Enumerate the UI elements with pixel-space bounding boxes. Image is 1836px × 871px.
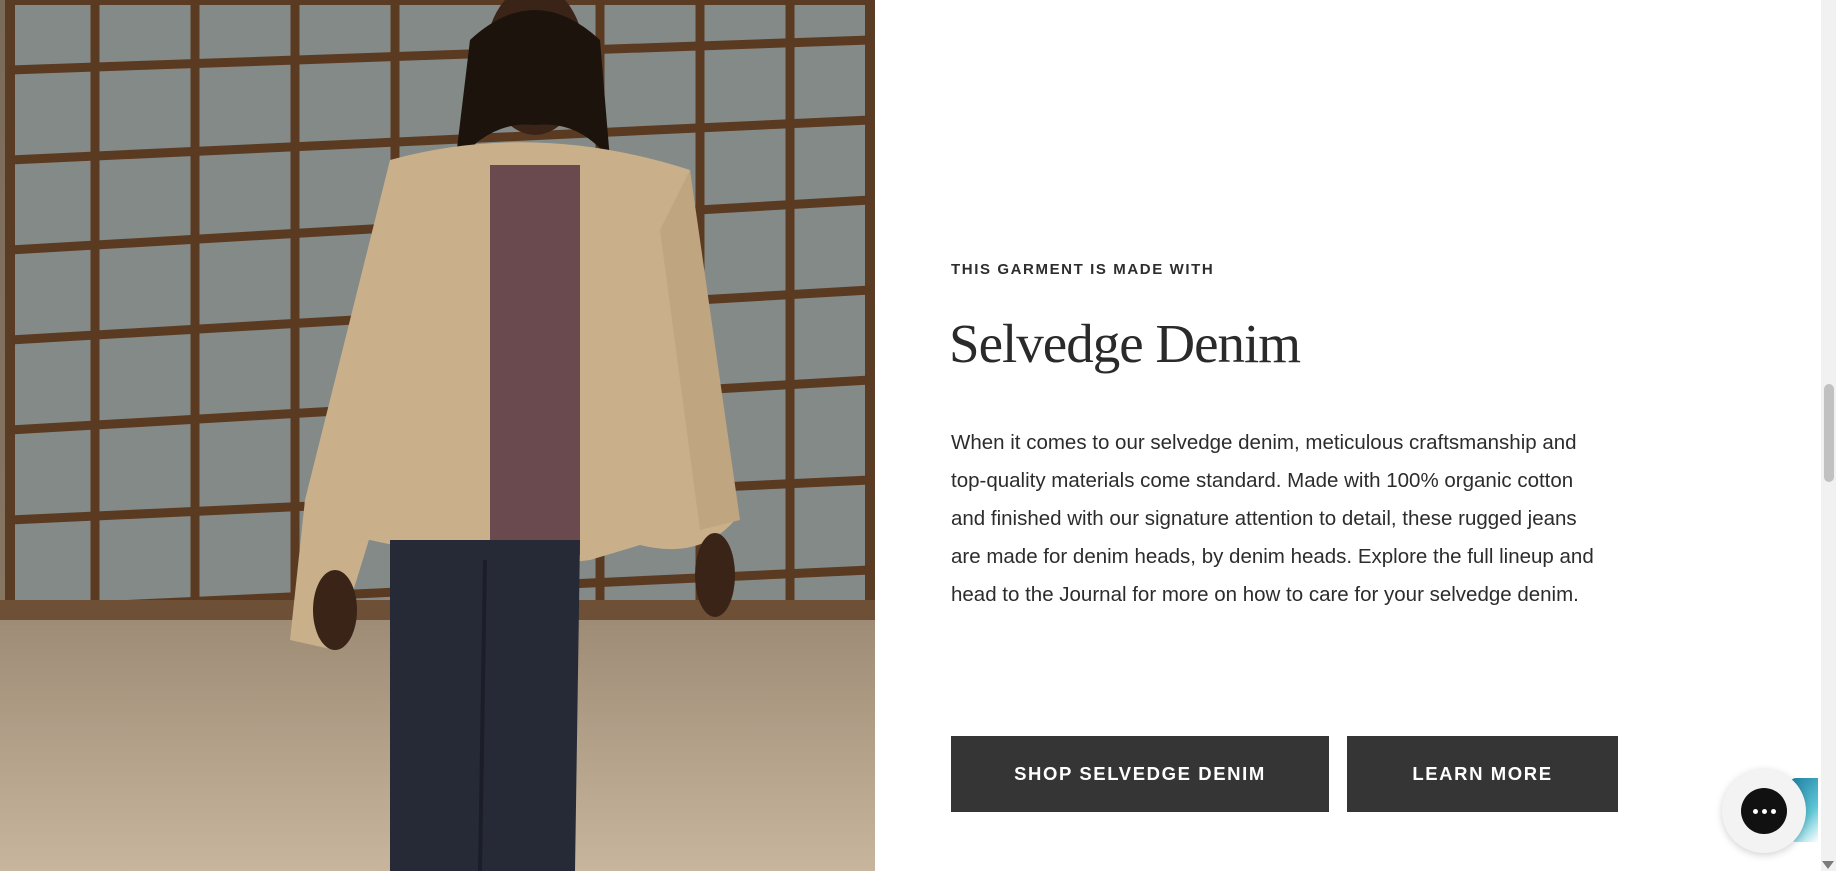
page-scrollbar[interactable] (1821, 0, 1836, 871)
scrollbar-thumb[interactable] (1824, 384, 1834, 482)
feature-description: When it comes to our selvedge denim, met… (951, 431, 1594, 606)
chat-icon (1741, 788, 1787, 834)
model-photo-illustration (0, 0, 875, 871)
learn-more-button[interactable]: LEARN MORE (1347, 736, 1618, 812)
feature-title: Selvedge Denim (949, 313, 1301, 374)
chat-launcher-button[interactable] (1722, 769, 1806, 853)
shop-selvedge-denim-button[interactable]: SHOP SELVEDGE DENIM (951, 736, 1329, 812)
scroll-down-arrow-icon[interactable] (1822, 861, 1834, 869)
feature-eyebrow: THIS GARMENT IS MADE WITH (951, 261, 1215, 278)
hero-photo (0, 0, 875, 871)
